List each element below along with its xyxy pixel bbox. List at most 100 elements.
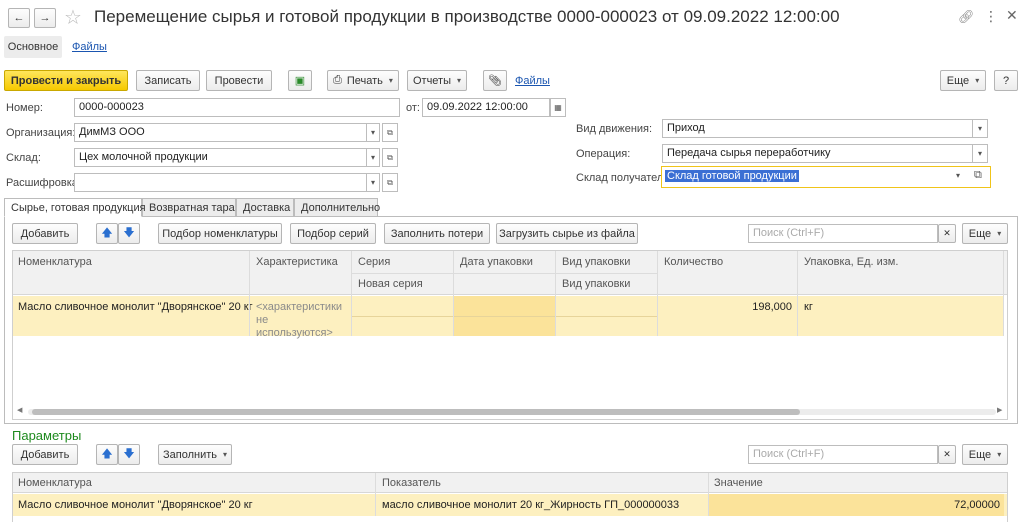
pick-items-button[interactable]: Подбор номенклатуры: [158, 223, 282, 244]
print-button[interactable]: ⎙ Печать: [327, 70, 399, 91]
receiver-warehouse-field[interactable]: Склад готовой продукции: [665, 170, 799, 182]
receiver-warehouse-label: Склад получатель:: [576, 172, 673, 184]
params-header-item[interactable]: Номенклатура: [18, 477, 92, 489]
more-button[interactable]: Еще: [940, 70, 986, 91]
params-more-button[interactable]: Еще: [962, 444, 1008, 465]
operation-label: Операция:: [576, 148, 631, 160]
params-search-input[interactable]: Поиск (Ctrl+F): [748, 445, 938, 464]
paperclip-icon: 📎︎: [488, 75, 502, 87]
tab-files[interactable]: Файлы: [72, 41, 107, 53]
column-divider: [797, 251, 798, 336]
organization-field[interactable]: ДимМЗ ООО: [74, 123, 368, 142]
chevron-down-icon[interactable]: ▾: [366, 123, 380, 142]
more-label: Еще: [946, 74, 970, 87]
decoding-field[interactable]: [74, 173, 368, 192]
table-more-button[interactable]: Еще: [962, 223, 1008, 244]
params-fill-button[interactable]: Заполнить: [158, 444, 232, 465]
add-button[interactable]: Добавить: [12, 223, 78, 244]
header-pack-date[interactable]: Дата упаковки: [460, 256, 533, 268]
calendar-icon[interactable]: ▦: [550, 98, 566, 117]
attach-button[interactable]: 📎︎: [483, 70, 507, 91]
close-icon[interactable]: ✕: [1006, 7, 1018, 24]
star-icon[interactable]: ☆: [64, 5, 82, 30]
header-item[interactable]: Номенклатура: [18, 256, 92, 268]
chevron-down-icon[interactable]: ▾: [972, 144, 988, 163]
open-icon[interactable]: ⧉: [382, 148, 398, 167]
save-button[interactable]: Записать: [136, 70, 200, 91]
row-characteristic: <характеристики не используются>: [256, 301, 343, 339]
open-icon[interactable]: ⧉: [974, 169, 982, 182]
chevron-down-icon[interactable]: ▾: [956, 171, 960, 180]
tab-main[interactable]: Основное: [4, 36, 62, 58]
open-icon[interactable]: ⧉: [382, 123, 398, 142]
params-row-value: 72,00000: [954, 499, 1000, 511]
print-label: Печать: [346, 74, 383, 87]
pick-series-button[interactable]: Подбор серий: [290, 223, 376, 244]
column-divider: [657, 251, 658, 336]
header-new-series[interactable]: Новая серия: [358, 278, 423, 290]
close-icon: ✕: [943, 228, 951, 238]
horizontal-scrollbar-thumb[interactable]: [32, 409, 800, 415]
printer-icon: ⎙: [333, 74, 342, 86]
column-divider: [555, 251, 556, 336]
reports-label: Отчеты: [412, 74, 451, 87]
params-header-indicator[interactable]: Показатель: [382, 477, 441, 489]
link-icon[interactable]: 🔗︎: [958, 9, 975, 25]
tab-raw-products[interactable]: Сырье, готовая продукция: [4, 198, 146, 217]
chevron-down-icon[interactable]: ▾: [366, 148, 380, 167]
params-move-down-button[interactable]: 🡇: [118, 444, 140, 465]
number-label: Номер:: [6, 102, 43, 114]
header-quantity[interactable]: Количество: [664, 256, 723, 268]
params-move-up-button[interactable]: 🡅: [96, 444, 118, 465]
structure-button[interactable]: ▣: [288, 70, 312, 91]
load-file-button[interactable]: Загрузить сырье из файла: [496, 223, 638, 244]
post-button[interactable]: Провести: [206, 70, 272, 91]
table-search-clear-button[interactable]: ✕: [938, 224, 956, 243]
close-icon: ✕: [943, 449, 951, 459]
chevron-down-icon[interactable]: ▾: [972, 119, 988, 138]
row-quantity: 198,000: [752, 301, 792, 313]
scroll-right-icon[interactable]: ▶: [997, 406, 1002, 414]
tab-additional[interactable]: Дополнительно: [294, 198, 380, 217]
more-vertical-icon[interactable]: ⋮: [984, 8, 998, 25]
help-button[interactable]: ?: [994, 70, 1018, 91]
params-search-clear-button[interactable]: ✕: [938, 445, 956, 464]
header-series[interactable]: Серия: [358, 256, 390, 268]
number-field[interactable]: 0000-000023: [74, 98, 400, 117]
column-divider: [375, 473, 376, 516]
reports-button[interactable]: Отчеты: [407, 70, 467, 91]
forward-button[interactable]: →: [34, 8, 56, 28]
document-structure-icon: ▣: [294, 75, 306, 87]
operation-field[interactable]: Передача сырья переработчику: [662, 144, 974, 163]
movement-type-field[interactable]: Приход: [662, 119, 974, 138]
scroll-left-icon[interactable]: ◀: [17, 406, 22, 414]
arrow-up-icon: 🡅: [101, 448, 113, 460]
params-add-button[interactable]: Добавить: [12, 444, 78, 465]
header-characteristic[interactable]: Характеристика: [256, 256, 338, 268]
files-link[interactable]: Файлы: [515, 75, 550, 87]
warehouse-field[interactable]: Цех молочной продукции: [74, 148, 368, 167]
header-subdivider: [351, 273, 657, 274]
open-icon[interactable]: ⧉: [382, 173, 398, 192]
fill-losses-button[interactable]: Заполнить потери: [384, 223, 490, 244]
header-pack-type[interactable]: Вид упаковки: [562, 256, 630, 268]
move-up-button[interactable]: 🡅: [96, 223, 118, 244]
arrow-up-icon: 🡅: [101, 227, 113, 239]
header-pack-type-sub[interactable]: Вид упаковки: [562, 278, 630, 290]
header-unit[interactable]: Упаковка, Ед. изм.: [804, 256, 898, 268]
arrow-left-icon: ←: [13, 12, 25, 24]
move-down-button[interactable]: 🡇: [118, 223, 140, 244]
table-search-input[interactable]: Поиск (Ctrl+F): [748, 224, 938, 243]
post-and-close-button[interactable]: Провести и закрыть: [4, 70, 128, 91]
warehouse-label: Склад:: [6, 152, 41, 164]
tab-main-label: Основное: [7, 41, 59, 53]
back-button[interactable]: ←: [8, 8, 30, 28]
params-fill-label: Заполнить: [162, 448, 217, 461]
column-divider: [708, 473, 709, 516]
params-header-value[interactable]: Значение: [714, 477, 763, 489]
tab-delivery[interactable]: Доставка: [236, 198, 294, 217]
date-field[interactable]: 09.09.2022 12:00:00: [422, 98, 550, 117]
column-divider: [1003, 251, 1004, 336]
tab-return-packaging[interactable]: Возвратная тара: [142, 198, 236, 217]
chevron-down-icon[interactable]: ▾: [366, 173, 380, 192]
